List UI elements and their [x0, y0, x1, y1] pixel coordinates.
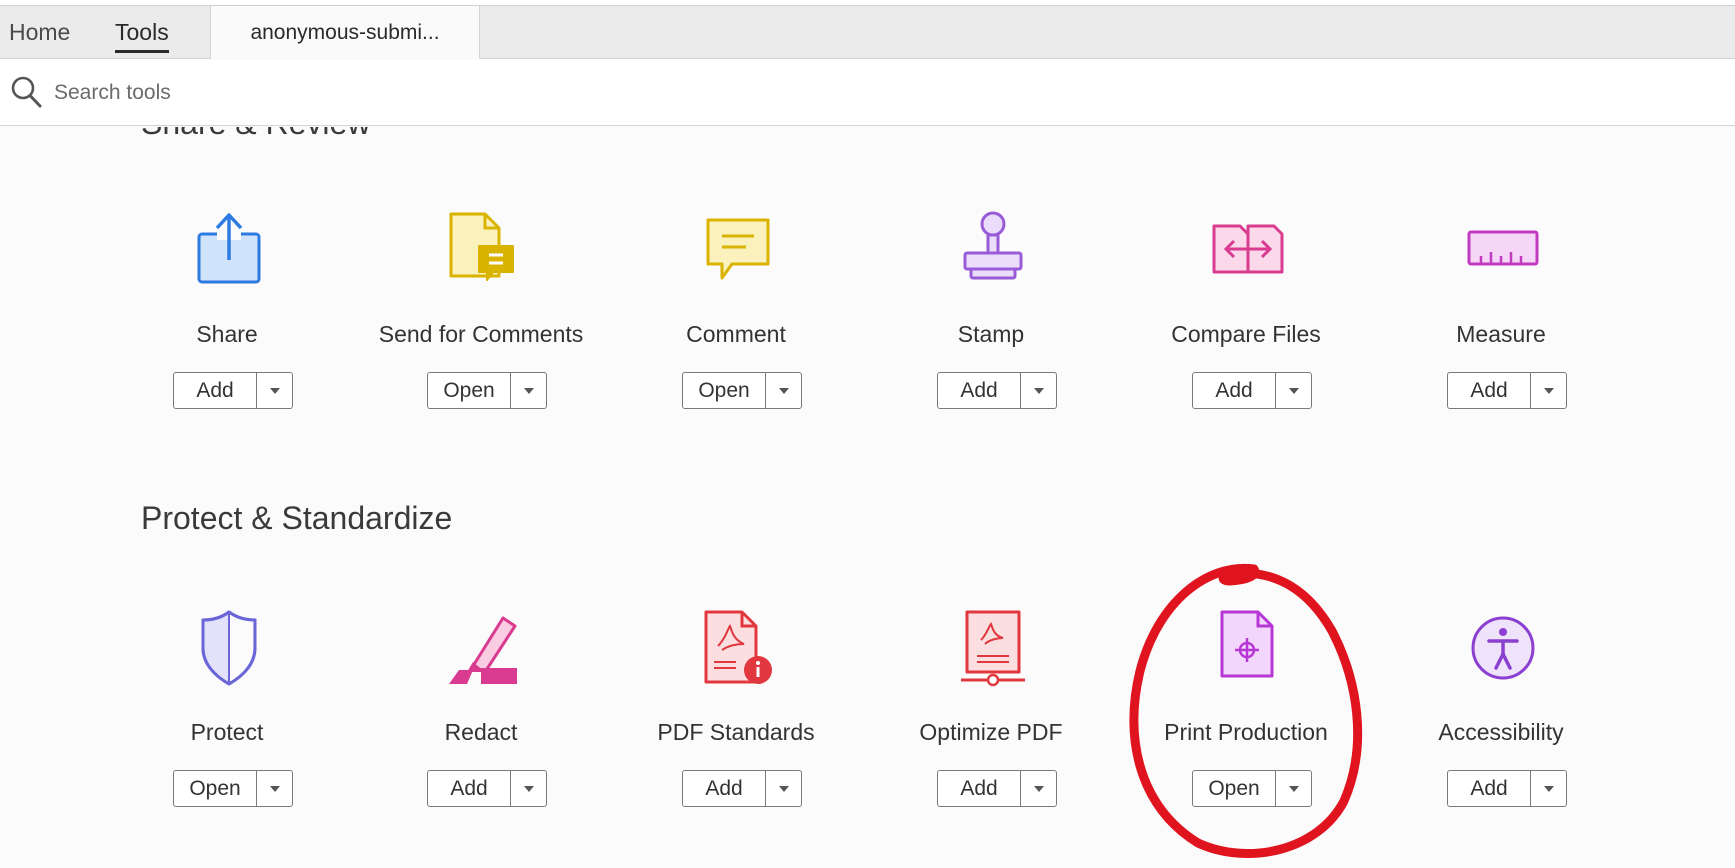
protect-icon[interactable]	[193, 608, 265, 688]
tool-button: Add	[173, 372, 293, 409]
chevron-down-icon[interactable]	[511, 373, 546, 408]
chevron-down-icon[interactable]	[1021, 771, 1056, 806]
tool-name: Print Production	[1164, 719, 1328, 745]
chevron-down-icon[interactable]	[257, 771, 292, 806]
chevron-down-icon[interactable]	[766, 771, 801, 806]
tool-button: Open	[427, 372, 547, 409]
search-icon	[11, 76, 42, 108]
section-title-share-review: Share & Review	[141, 127, 370, 142]
print-production-icon[interactable]	[1212, 608, 1284, 688]
tool-button: Open	[682, 372, 802, 409]
tool-button: Add	[937, 770, 1057, 807]
tools-content: Share & Review Share Add S	[0, 127, 1735, 868]
compare-files-icon[interactable]	[1212, 210, 1284, 290]
open-button[interactable]: Open	[683, 373, 766, 408]
tool-name: Share	[196, 321, 258, 347]
tool-accessibility: Accessibility Add	[1381, 608, 1621, 828]
chevron-down-icon[interactable]	[1531, 771, 1566, 806]
stamp-icon[interactable]	[957, 210, 1029, 290]
tool-print-production: Print Production Open	[1126, 608, 1366, 828]
search-input[interactable]	[54, 76, 654, 110]
add-button[interactable]: Add	[174, 373, 257, 408]
tool-compare-files: Compare Files Add	[1126, 210, 1366, 430]
tool-name: Comment	[686, 321, 786, 347]
tool-button: Add	[682, 770, 802, 807]
tool-optimize-pdf: Optimize PDF Add	[871, 608, 1111, 828]
share-icon[interactable]	[193, 210, 265, 290]
tool-stamp: Stamp Add	[871, 210, 1111, 430]
tool-name: Stamp	[957, 321, 1025, 347]
open-button[interactable]: Open	[1193, 771, 1276, 806]
add-button[interactable]: Add	[428, 771, 511, 806]
search-bar	[0, 60, 1735, 126]
tool-protect: Protect Open	[107, 608, 347, 828]
tool-button: Add	[937, 372, 1057, 409]
measure-icon[interactable]	[1467, 210, 1539, 290]
open-button[interactable]: Open	[174, 771, 257, 806]
tool-name: Optimize PDF	[919, 719, 1063, 745]
tab-bar: Home Tools anonymous-submi...	[0, 6, 1735, 59]
tool-button: Add	[427, 770, 547, 807]
tool-redact: Redact Add	[361, 608, 601, 828]
tool-share: Share Add	[107, 210, 347, 430]
add-button[interactable]: Add	[1448, 771, 1531, 806]
tab-tools[interactable]: Tools	[115, 6, 169, 59]
chevron-down-icon[interactable]	[1276, 373, 1311, 408]
tool-name: Accessibility	[1438, 719, 1564, 745]
tool-button: Add	[1447, 372, 1567, 409]
tab-document[interactable]: anonymous-submi...	[210, 6, 480, 59]
add-button[interactable]: Add	[1448, 373, 1531, 408]
chevron-down-icon[interactable]	[1276, 771, 1311, 806]
open-button[interactable]: Open	[428, 373, 511, 408]
chevron-down-icon[interactable]	[1531, 373, 1566, 408]
add-button[interactable]: Add	[938, 373, 1021, 408]
tool-name: PDF Standards	[657, 719, 815, 745]
pdf-standards-icon[interactable]	[702, 608, 774, 688]
tool-name: Redact	[444, 719, 518, 745]
add-button[interactable]: Add	[683, 771, 766, 806]
add-button[interactable]: Add	[1193, 373, 1276, 408]
chevron-down-icon[interactable]	[257, 373, 292, 408]
tool-measure: Measure Add	[1381, 210, 1621, 430]
tool-send-for-comments: Send for Comments Open	[361, 210, 601, 430]
tool-pdf-standards: PDF Standards Add	[616, 608, 856, 828]
tool-comment: Comment Open	[616, 210, 856, 430]
section-title-protect-standardize: Protect & Standardize	[141, 500, 453, 536]
chevron-down-icon[interactable]	[766, 373, 801, 408]
tab-home[interactable]: Home	[9, 6, 70, 59]
tool-name: Protect	[190, 719, 264, 745]
tool-button: Add	[1192, 372, 1312, 409]
chevron-down-icon[interactable]	[511, 771, 546, 806]
tool-name: Measure	[1456, 321, 1546, 347]
accessibility-icon[interactable]	[1467, 608, 1539, 688]
tool-name: Compare Files	[1171, 321, 1321, 347]
tool-name: Send for Comments	[378, 321, 584, 347]
tool-button: Add	[1447, 770, 1567, 807]
tool-button: Open	[173, 770, 293, 807]
tool-button: Open	[1192, 770, 1312, 807]
send-for-comments-icon[interactable]	[447, 210, 519, 290]
comment-icon[interactable]	[702, 210, 774, 290]
optimize-pdf-icon[interactable]	[957, 608, 1029, 688]
add-button[interactable]: Add	[938, 771, 1021, 806]
chevron-down-icon[interactable]	[1021, 373, 1056, 408]
redact-icon[interactable]	[447, 608, 519, 688]
